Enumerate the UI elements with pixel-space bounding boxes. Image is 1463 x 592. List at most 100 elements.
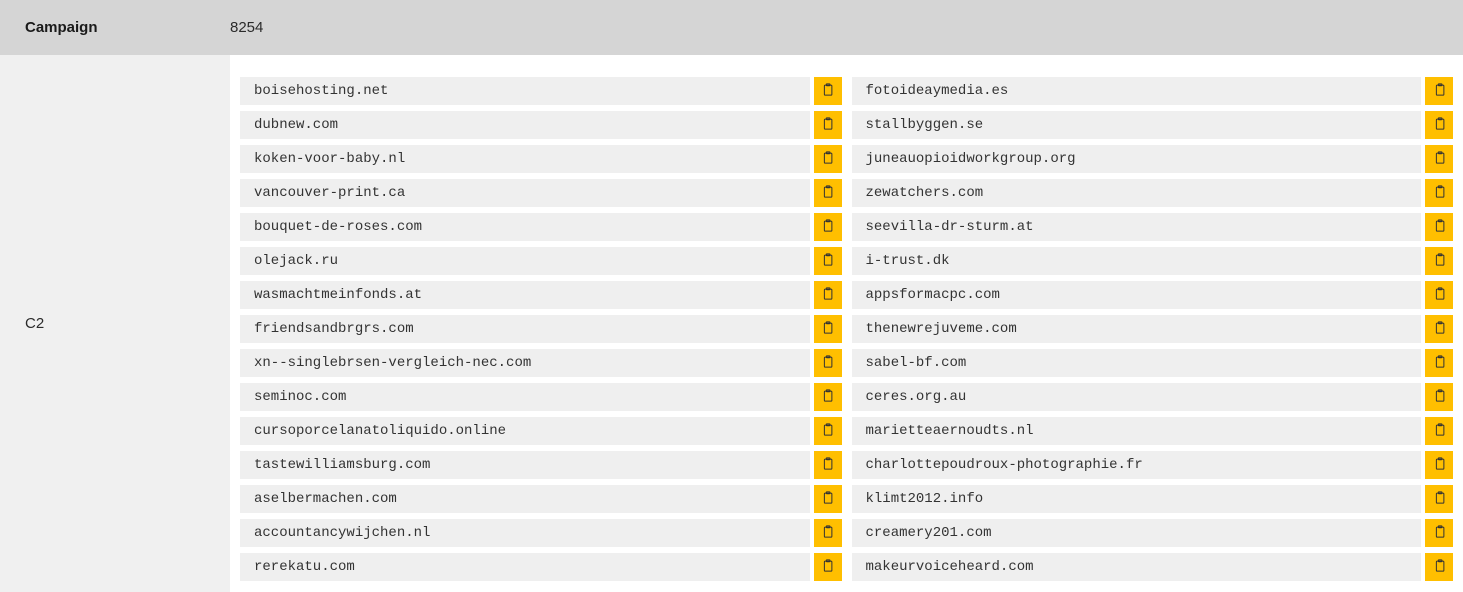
clipboard-icon [820,558,835,576]
copy-button[interactable] [1425,281,1453,309]
clipboard-icon [1432,150,1447,168]
copy-button[interactable] [814,553,842,581]
clipboard-icon [820,252,835,270]
domain-item: olejack.ru [240,247,842,275]
copy-button[interactable] [1425,247,1453,275]
copy-button[interactable] [814,77,842,105]
copy-button[interactable] [814,213,842,241]
domain-item: klimt2012.info [852,485,1454,513]
domain-item: creamery201.com [852,519,1454,547]
domain-item: bouquet-de-roses.com [240,213,842,241]
copy-button[interactable] [1425,213,1453,241]
copy-button[interactable] [814,519,842,547]
clipboard-icon [1432,558,1447,576]
domain-item: wasmachtmeinfonds.at [240,281,842,309]
clipboard-icon [1432,82,1447,100]
domain-text: ceres.org.au [852,383,1422,411]
domain-item: sabel-bf.com [852,349,1454,377]
domain-text: creamery201.com [852,519,1422,547]
domain-item: dubnew.com [240,111,842,139]
clipboard-icon [820,490,835,508]
domain-item: aselbermachen.com [240,485,842,513]
domain-text: klimt2012.info [852,485,1422,513]
copy-button[interactable] [814,349,842,377]
copy-button[interactable] [814,179,842,207]
domain-column: boisehosting.net dubnew.com koken-voor-bab… [240,77,842,581]
campaign-label: Campaign [0,19,230,36]
copy-button[interactable] [1425,111,1453,139]
domain-text: thenewrejuveme.com [852,315,1422,343]
domain-text: seevilla-dr-sturm.at [852,213,1422,241]
clipboard-icon [820,184,835,202]
copy-button[interactable] [1425,553,1453,581]
copy-button[interactable] [814,247,842,275]
domain-text: makeurvoiceheard.com [852,553,1422,581]
copy-button[interactable] [1425,485,1453,513]
domain-text: dubnew.com [240,111,810,139]
copy-button[interactable] [814,281,842,309]
domain-item: juneauopioidworkgroup.org [852,145,1454,173]
domain-text: aselbermachen.com [240,485,810,513]
copy-button[interactable] [1425,315,1453,343]
clipboard-icon [820,456,835,474]
clipboard-icon [820,82,835,100]
clipboard-icon [820,320,835,338]
copy-button[interactable] [814,451,842,479]
domain-text: koken-voor-baby.nl [240,145,810,173]
domain-item: seevilla-dr-sturm.at [852,213,1454,241]
clipboard-icon [1432,354,1447,372]
copy-button[interactable] [814,315,842,343]
domain-text: wasmachtmeinfonds.at [240,281,810,309]
clipboard-icon [1432,184,1447,202]
domain-item: cursoporcelanatoliquido.online [240,417,842,445]
domain-text: marietteaernoudts.nl [852,417,1422,445]
copy-button[interactable] [814,111,842,139]
domain-text: bouquet-de-roses.com [240,213,810,241]
domain-text: accountancywijchen.nl [240,519,810,547]
domain-item: stallbyggen.se [852,111,1454,139]
copy-button[interactable] [1425,145,1453,173]
copy-button[interactable] [1425,383,1453,411]
domain-item: boisehosting.net [240,77,842,105]
domain-item: xn--singlebrsen-vergleich-nec.com [240,349,842,377]
domain-text: sabel-bf.com [852,349,1422,377]
copy-button[interactable] [1425,349,1453,377]
clipboard-icon [1432,524,1447,542]
domain-item: seminoc.com [240,383,842,411]
copy-button[interactable] [1425,179,1453,207]
clipboard-icon [820,354,835,372]
domain-text: appsformacpc.com [852,281,1422,309]
clipboard-icon [1432,286,1447,304]
campaign-value: 8254 [230,19,263,36]
domain-text: seminoc.com [240,383,810,411]
domain-item: vancouver-print.ca [240,179,842,207]
domain-item: marietteaernoudts.nl [852,417,1454,445]
domain-item: zewatchers.com [852,179,1454,207]
domain-item: accountancywijchen.nl [240,519,842,547]
copy-button[interactable] [1425,451,1453,479]
clipboard-icon [820,150,835,168]
domain-item: appsformacpc.com [852,281,1454,309]
clipboard-icon [1432,388,1447,406]
clipboard-icon [1432,422,1447,440]
domain-text: vancouver-print.ca [240,179,810,207]
section-label: C2 [0,55,230,592]
clipboard-icon [1432,490,1447,508]
domain-text: cursoporcelanatoliquido.online [240,417,810,445]
copy-button[interactable] [814,485,842,513]
domain-item: rerekatu.com [240,553,842,581]
domain-item: tastewilliamsburg.com [240,451,842,479]
copy-button[interactable] [1425,519,1453,547]
clipboard-icon [820,218,835,236]
clipboard-icon [1432,456,1447,474]
clipboard-icon [820,524,835,542]
domain-item: i-trust.dk [852,247,1454,275]
copy-button[interactable] [814,145,842,173]
copy-button[interactable] [1425,77,1453,105]
clipboard-icon [1432,116,1447,134]
copy-button[interactable] [1425,417,1453,445]
domain-columns: boisehosting.net dubnew.com koken-voor-bab… [240,77,1453,581]
copy-button[interactable] [814,383,842,411]
clipboard-icon [1432,252,1447,270]
copy-button[interactable] [814,417,842,445]
